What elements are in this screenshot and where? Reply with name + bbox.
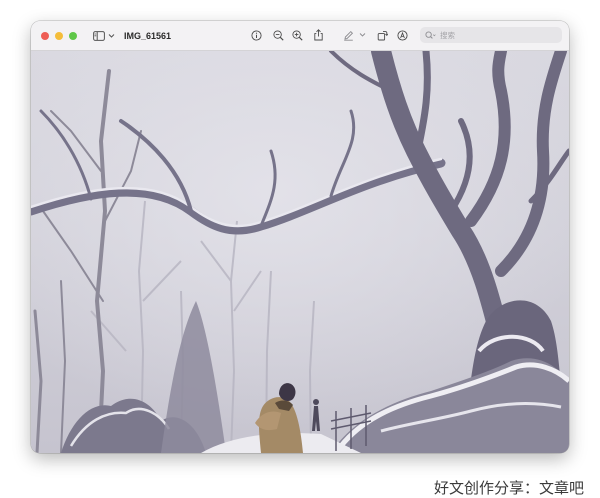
- markup-pen-icon: [343, 30, 353, 41]
- zoom-in-button[interactable]: [290, 28, 304, 42]
- annotate-icon: [396, 29, 408, 41]
- toolbar: IMG_61561: [31, 21, 569, 51]
- zoom-out-button[interactable]: [271, 28, 285, 42]
- search-field[interactable]: [420, 27, 562, 43]
- search-input[interactable]: [440, 30, 550, 40]
- markup-button[interactable]: [341, 28, 355, 42]
- rotate-button[interactable]: [375, 28, 389, 42]
- toolbar-tools: [249, 28, 409, 42]
- sidebar-icon: [93, 30, 105, 41]
- minimize-button[interactable]: [55, 31, 63, 40]
- zoom-in-icon: [291, 29, 303, 41]
- zoom-button[interactable]: [69, 31, 77, 40]
- close-button[interactable]: [41, 31, 49, 40]
- info-icon: [250, 29, 262, 41]
- zoom-out-icon: [272, 29, 284, 41]
- annotate-button[interactable]: [395, 28, 409, 42]
- sidebar-toggle-button[interactable]: [93, 30, 115, 41]
- search-icon: [425, 30, 436, 39]
- share-button[interactable]: [311, 28, 325, 42]
- rotate-icon: [377, 30, 388, 40]
- preview-window: IMG_61561: [31, 21, 569, 453]
- info-button[interactable]: [249, 28, 263, 42]
- window-controls: [41, 31, 77, 40]
- share-icon: [313, 29, 323, 41]
- markup-menu-button[interactable]: [357, 28, 367, 42]
- snowy-forest-photo: [31, 51, 569, 453]
- chevron-down-icon: [108, 33, 115, 38]
- window-title: IMG_61561: [124, 30, 172, 41]
- chevron-down-icon: [359, 33, 365, 37]
